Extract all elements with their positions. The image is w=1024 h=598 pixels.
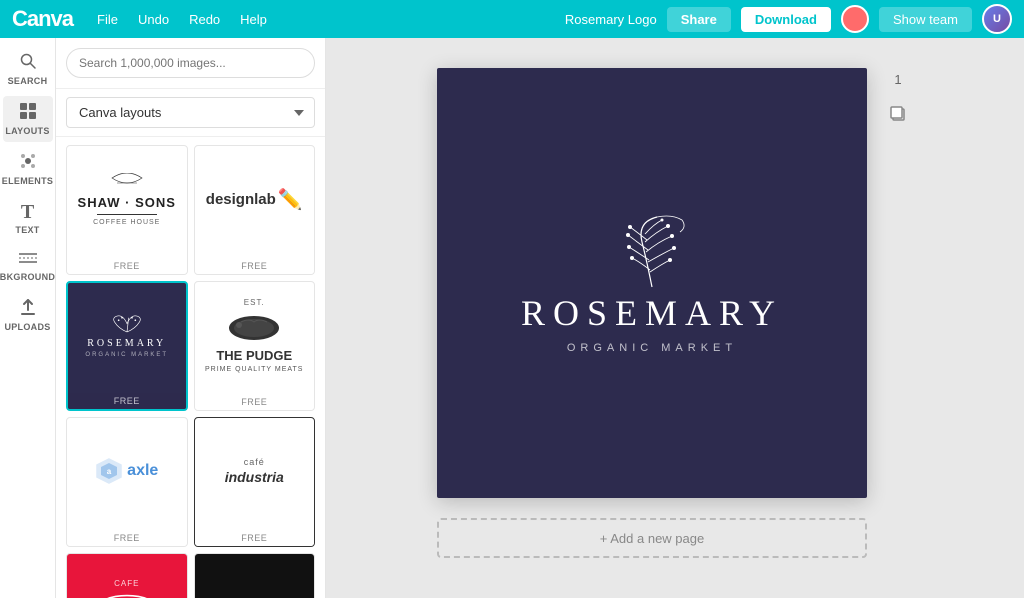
canvas-right-tools: 1 xyxy=(883,68,913,129)
rosemary-label: FREE xyxy=(68,393,186,409)
layout-card-rosemary[interactable]: ROSEMARY ORGANIC MARKET FREE xyxy=(66,281,188,411)
canvas-workspace: ROSEMARY ORGANIC MARKET + Add a new page… xyxy=(437,68,913,558)
sidebar-item-text[interactable]: T TEXT xyxy=(3,196,53,241)
search-label: SEARCH xyxy=(8,76,48,86)
sidebar-item-background[interactable]: BKGROUND xyxy=(3,245,53,288)
canva-logo[interactable]: Canva xyxy=(12,6,73,32)
top-navigation: Canva File Undo Redo Help Rosemary Logo … xyxy=(0,0,1024,38)
brand-name: ROSEMARY xyxy=(521,292,783,334)
nav-redo[interactable]: Redo xyxy=(181,8,228,31)
layouts-label: LAYOUTS xyxy=(5,126,49,136)
search-icon xyxy=(19,52,37,73)
main-area: SEARCH LAYOUTS ELEMENTS T TEXT BKGROUND xyxy=(0,38,1024,598)
cafe-label: FREE xyxy=(195,530,315,546)
herb-illustration xyxy=(562,212,742,292)
layouts-grid: SHAW · SONS COFFEE HOUSE FREE designlab … xyxy=(56,137,325,598)
layout-card-pudge[interactable]: EST. THE PUDGE PRIME QUALITY MEATS FREE xyxy=(194,281,316,411)
axle-label: FREE xyxy=(67,530,187,546)
search-box xyxy=(56,38,325,89)
layout-dropdown: Canva layouts xyxy=(56,89,325,137)
sidebar-panel: Canva layouts SHAW · SONS COFFEE HOUSE F… xyxy=(56,38,326,598)
layout-card-parkland[interactable]: CAFE Parkland REPAIR SHOP FREE xyxy=(66,553,188,598)
background-icon xyxy=(19,251,37,269)
background-label: BKGROUND xyxy=(0,272,55,282)
layout-card-cafe[interactable]: café industria FREE xyxy=(194,417,316,547)
layout-card-axle[interactable]: a axle FREE xyxy=(66,417,188,547)
download-button[interactable]: Download xyxy=(741,7,831,32)
elements-icon xyxy=(19,152,37,173)
copy-page-button[interactable] xyxy=(883,99,913,129)
elements-label: ELEMENTS xyxy=(2,176,53,186)
page-number: 1 xyxy=(894,72,901,87)
nav-undo[interactable]: Undo xyxy=(130,8,177,31)
canvas-area: ROSEMARY ORGANIC MARKET + Add a new page… xyxy=(326,38,1024,598)
layout-card-shaw-sons[interactable]: SHAW · SONS COFFEE HOUSE FREE xyxy=(66,145,188,275)
layout-card-sandias[interactable]: SAN DIAS FREE xyxy=(194,553,316,598)
sidebar-icons: SEARCH LAYOUTS ELEMENTS T TEXT BKGROUND xyxy=(0,38,56,598)
text-icon: T xyxy=(21,202,34,222)
sidebar-item-layouts[interactable]: LAYOUTS xyxy=(3,96,53,142)
brand-subtitle: ORGANIC MARKET xyxy=(567,342,737,354)
nav-file[interactable]: File xyxy=(89,8,126,31)
uploads-label: UPLOADS xyxy=(4,322,50,332)
share-button[interactable]: Share xyxy=(667,7,731,32)
show-team-button[interactable]: Show team xyxy=(879,7,972,32)
nav-help[interactable]: Help xyxy=(232,8,275,31)
uploads-icon xyxy=(20,298,36,319)
layout-select[interactable]: Canva layouts xyxy=(66,97,315,128)
avatar[interactable] xyxy=(841,5,869,33)
sidebar-item-elements[interactable]: ELEMENTS xyxy=(3,146,53,192)
pudge-label: FREE xyxy=(195,394,315,410)
canvas-card[interactable]: ROSEMARY ORGANIC MARKET xyxy=(437,68,867,498)
sidebar-item-uploads[interactable]: UPLOADS xyxy=(3,292,53,338)
svg-text:a: a xyxy=(107,467,112,476)
project-title: Rosemary Logo xyxy=(565,12,657,27)
text-label: TEXT xyxy=(15,225,39,235)
layout-card-designlab[interactable]: designlab ✏️ FREE xyxy=(194,145,316,275)
user-avatar[interactable]: U xyxy=(982,4,1012,34)
sidebar-item-search[interactable]: SEARCH xyxy=(3,46,53,92)
search-input[interactable] xyxy=(66,48,315,78)
add-page-button[interactable]: + Add a new page xyxy=(437,518,867,558)
nav-menu: File Undo Redo Help xyxy=(89,8,275,31)
designlab-label: FREE xyxy=(195,258,315,274)
shaw-sons-label: FREE xyxy=(67,258,187,274)
layouts-icon xyxy=(19,102,37,123)
nav-right: Rosemary Logo Share Download Show team U xyxy=(565,4,1012,34)
